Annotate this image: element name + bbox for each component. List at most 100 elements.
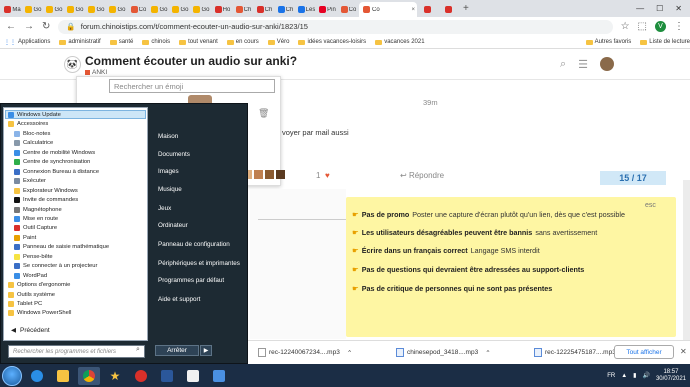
user-avatar[interactable]	[600, 57, 615, 71]
browser-tab[interactable]: Ch	[233, 2, 254, 17]
start-menu-program[interactable]: Connexion Bureau à distance	[14, 168, 99, 176]
browser-tab[interactable]: Ch	[275, 2, 296, 17]
back-arrow-icon[interactable]: ←	[6, 21, 16, 32]
profile-avatar[interactable]: V	[655, 21, 666, 32]
chevron-up-icon[interactable]: ⌃	[485, 349, 490, 357]
new-tab-button[interactable]: +	[463, 3, 469, 14]
start-menu-program[interactable]: Mise en route	[14, 215, 58, 223]
close-downloads-button[interactable]: ✕	[680, 347, 687, 356]
bookmark[interactable]: en cours	[226, 39, 259, 45]
forum-logo[interactable]: 🐼	[64, 56, 81, 73]
start-menu-program[interactable]: Centre de synchronisation	[14, 158, 90, 166]
show-all-downloads-button[interactable]: Tout afficher	[614, 345, 674, 359]
browser-tab[interactable]: Go	[65, 2, 86, 17]
reload-icon[interactable]: ↻	[42, 21, 50, 32]
forward-arrow-icon[interactable]: →	[24, 21, 34, 32]
taskbar-chrome[interactable]	[78, 366, 100, 385]
taskbar-app[interactable]	[182, 367, 204, 385]
skin-tone-swatch[interactable]	[276, 170, 285, 179]
url-field[interactable]: 🔒 forum.chinoistips.com/t/comment-ecoute…	[58, 19, 613, 34]
start-menu-link[interactable]: Documents	[158, 151, 190, 158]
browser-tab[interactable]: Co	[128, 2, 149, 17]
emoji-search-input[interactable]: Rechercher un émoji	[109, 79, 275, 93]
browser-tab[interactable]: Go	[170, 2, 191, 17]
bookmark[interactable]: Liste de lecture	[640, 39, 690, 45]
shutdown-options-arrow[interactable]: ▶	[200, 345, 212, 356]
start-menu-program[interactable]: Panneau de saisie mathématique	[14, 243, 109, 251]
browser-tab[interactable]	[417, 2, 438, 17]
active-tab[interactable]: Co ×	[359, 2, 417, 17]
start-menu-program[interactable]: Outil Capture	[14, 224, 57, 232]
bookmark[interactable]: Autres favoris	[585, 39, 631, 45]
start-menu-program[interactable]: Windows PowerShell	[8, 309, 71, 317]
bookmark[interactable]: santé	[109, 39, 133, 45]
trash-icon[interactable]: 🗑	[258, 108, 269, 119]
esc-close-hint[interactable]: esc	[645, 202, 656, 209]
start-menu-program[interactable]: Explorateur Windows	[14, 187, 78, 195]
extensions-icon[interactable]: ⬚	[638, 21, 647, 32]
start-menu-link[interactable]: Aide et support	[158, 296, 200, 303]
browser-tab[interactable]	[438, 2, 459, 17]
start-menu-program[interactable]: Accessoires	[8, 120, 48, 128]
browser-tab[interactable]: Co	[338, 2, 359, 17]
language-indicator[interactable]: FR	[607, 373, 615, 379]
browser-tab[interactable]: Pin	[317, 2, 338, 17]
start-menu-program[interactable]: Calculatrice	[14, 139, 53, 147]
bookmark[interactable]: idées vacances-loisirs	[298, 39, 366, 45]
start-menu-program[interactable]: Tablet PC	[8, 300, 42, 308]
clock[interactable]: 18:57 30/07/2021	[656, 369, 686, 383]
heart-icon[interactable]: ♥	[325, 171, 330, 180]
taskbar-word[interactable]	[156, 367, 178, 385]
start-menu-program[interactable]: Pense-bête	[14, 253, 53, 261]
browser-tab[interactable]: Go	[23, 2, 44, 17]
start-menu-program[interactable]: Exécuter	[14, 177, 46, 185]
hamburger-menu-icon[interactable]: ☰	[578, 58, 588, 71]
start-button[interactable]	[2, 365, 22, 386]
start-menu-link[interactable]: Maison	[158, 133, 178, 140]
browser-tab[interactable]: Ho	[212, 2, 233, 17]
start-menu-program[interactable]: WordPad	[14, 272, 47, 280]
topic-progress[interactable]: 15 / 17	[600, 171, 666, 185]
browser-tab[interactable]: Go	[149, 2, 170, 17]
start-search-input[interactable]: Rechercher les programmes et fichiers	[8, 345, 145, 358]
browser-tab[interactable]: Go	[86, 2, 107, 17]
reply-button[interactable]: ↩ Répondre	[400, 171, 444, 180]
start-menu-link[interactable]: Programmes par défaut	[158, 277, 224, 284]
chevron-up-icon[interactable]: ⌃	[347, 349, 352, 357]
bookmark-star-icon[interactable]: ☆	[621, 21, 630, 32]
scrollbar[interactable]	[683, 180, 690, 340]
browser-tab[interactable]: Go	[191, 2, 212, 17]
browser-tab[interactable]: Go	[107, 2, 128, 17]
minimize-button[interactable]: —	[636, 4, 644, 13]
tab-close-icon[interactable]: ×	[411, 7, 415, 13]
category-badge[interactable]: ANKI	[85, 69, 107, 76]
start-menu-link[interactable]: Ordinateur	[158, 222, 188, 229]
close-window-button[interactable]: ✕	[675, 4, 682, 13]
start-menu-program[interactable]: Bloc-notes	[14, 130, 50, 138]
browser-tab[interactable]: Les	[296, 2, 317, 17]
browser-tab[interactable]: Go	[44, 2, 65, 17]
start-menu-program[interactable]: Centre de mobilité Windows	[14, 149, 95, 157]
start-menu-program[interactable]: Options d'ergonomie	[8, 281, 70, 289]
start-menu-program[interactable]: Invite de commandes	[14, 196, 78, 204]
tray-arrow-icon[interactable]: ▲	[621, 373, 627, 379]
browser-menu-icon[interactable]: ⋮	[674, 21, 684, 32]
start-menu-program[interactable]: Outils système	[8, 291, 55, 299]
start-menu-link[interactable]: Périphériques et imprimantes	[158, 260, 240, 267]
start-menu-link[interactable]: Panneau de configuration	[158, 241, 230, 248]
skin-tone-swatch[interactable]	[254, 170, 263, 179]
download-item[interactable]: rec-12240067234....mp3 ⌃	[258, 348, 386, 357]
network-icon[interactable]: ▮	[633, 372, 636, 379]
taskbar-ie[interactable]	[26, 367, 48, 385]
browser-tab[interactable]: Ma	[2, 2, 23, 17]
start-menu-link[interactable]: Images	[158, 168, 179, 175]
taskbar-star-app[interactable]: ★	[104, 367, 126, 385]
bookmark[interactable]: tout venant	[179, 39, 218, 45]
download-item[interactable]: chinesepod_3418....mp3 ⌃	[396, 348, 524, 357]
start-menu-link[interactable]: Jeux	[158, 205, 171, 212]
bookmark[interactable]: Véro	[267, 39, 289, 45]
bookmark[interactable]: chinois	[142, 39, 170, 45]
start-menu-program[interactable]: Se connecter à un projecteur	[14, 262, 97, 270]
browser-tab[interactable]: Ch	[254, 2, 275, 17]
start-menu-program[interactable]: Paint	[14, 234, 36, 242]
